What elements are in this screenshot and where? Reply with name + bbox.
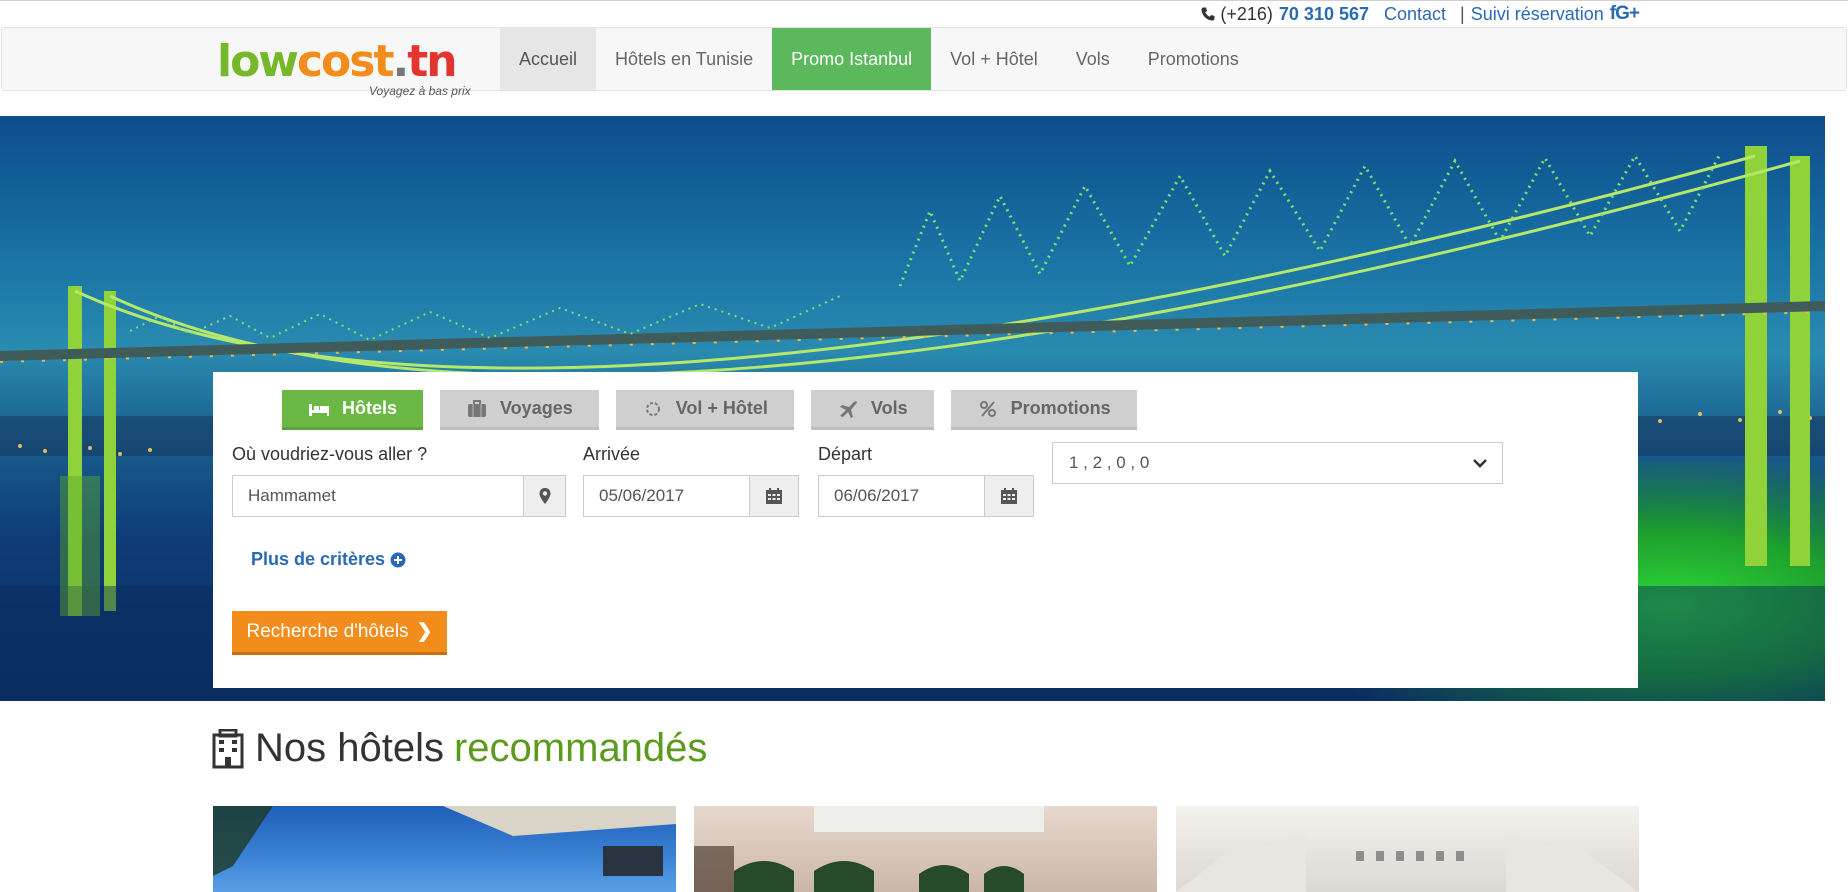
top-contact-bar: (+216) 70 310 567 Contact | Suivi réserv… bbox=[1200, 3, 1640, 25]
destination-label: Où voudriez-vous aller ? bbox=[232, 444, 428, 464]
booking-tracking-link[interactable]: Suivi réservation bbox=[1471, 4, 1604, 25]
tab-vol-hotel-label: Vol + Hôtel bbox=[675, 398, 768, 418]
departure-label: Départ bbox=[818, 444, 873, 464]
calendar-icon bbox=[1001, 488, 1017, 504]
arrival-calendar-button[interactable] bbox=[749, 476, 798, 516]
main-navbar: lowcost.tn Voyagez à bas prix Accueil Hô… bbox=[1, 27, 1847, 98]
tab-promotions-label: Promotions bbox=[1010, 398, 1111, 418]
map-marker-icon bbox=[539, 488, 550, 504]
hotel-building-icon bbox=[212, 728, 244, 768]
social-icons[interactable]: fG+ bbox=[1610, 3, 1640, 25]
tab-vols-label: Vols bbox=[870, 398, 908, 418]
destination-input[interactable]: Hammamet bbox=[233, 476, 523, 516]
chevron-right-icon: ❯ bbox=[416, 621, 433, 642]
nav-item-vol-hotel[interactable]: Vol + Hôtel bbox=[931, 28, 1057, 90]
logo-tagline: Voyagez à bas prix bbox=[369, 84, 471, 98]
recommended-title-main: Nos hôtels bbox=[255, 726, 444, 770]
chevron-down-icon bbox=[1473, 459, 1487, 468]
hotel-photo-1 bbox=[213, 806, 676, 876]
destination-field[interactable]: Hammamet bbox=[232, 475, 566, 517]
hotel-card-image-3[interactable] bbox=[1176, 806, 1639, 892]
recommended-section-title: Nos hôtels recommandés bbox=[211, 726, 707, 771]
arrival-date-input[interactable]: 05/06/2017 bbox=[584, 476, 749, 516]
hotel-search-panel: Hôtels Voyages Vol + Hôtel Vols Promotio… bbox=[213, 372, 1638, 688]
suitcase-icon bbox=[468, 399, 487, 417]
more-criteria-label: Plus de critères bbox=[251, 549, 386, 569]
hotel-card-image-2[interactable] bbox=[694, 806, 1157, 892]
separator: | bbox=[1460, 3, 1465, 24]
departure-calendar-button[interactable] bbox=[984, 476, 1033, 516]
nav-menu: Accueil Hôtels en Tunisie Promo Istanbul… bbox=[500, 28, 1258, 90]
search-hotels-label: Recherche d'hôtels bbox=[246, 620, 409, 642]
rooms-guests-value: 1 , 2 , 0 , 0 bbox=[1069, 453, 1150, 472]
nav-item-promo-istanbul[interactable]: Promo Istanbul bbox=[772, 28, 932, 90]
tab-promotions[interactable]: Promotions bbox=[950, 390, 1137, 430]
contact-link[interactable]: Contact bbox=[1384, 4, 1446, 25]
search-tabs: Hôtels Voyages Vol + Hôtel Vols Promotio… bbox=[282, 390, 1154, 430]
bed-icon bbox=[309, 403, 329, 416]
percent-icon bbox=[979, 400, 996, 417]
tab-voyages[interactable]: Voyages bbox=[440, 390, 599, 430]
hotel-card-image-1[interactable] bbox=[213, 806, 676, 892]
tab-hotels-label: Hôtels bbox=[342, 398, 398, 418]
tab-vols[interactable]: Vols bbox=[810, 390, 934, 430]
top-border bbox=[0, 0, 1848, 1]
nav-item-promotions[interactable]: Promotions bbox=[1129, 28, 1258, 90]
calendar-icon bbox=[766, 488, 782, 504]
phone-icon bbox=[1201, 7, 1215, 21]
arrival-field[interactable]: 05/06/2017 bbox=[583, 475, 799, 517]
tab-voyages-label: Voyages bbox=[500, 398, 573, 418]
nav-item-vols[interactable]: Vols bbox=[1057, 28, 1129, 90]
arrival-label: Arrivée bbox=[583, 444, 641, 464]
phone-prefix: (+216) bbox=[1220, 3, 1273, 24]
sun-icon bbox=[645, 401, 660, 416]
departure-date-input[interactable]: 06/06/2017 bbox=[819, 476, 984, 516]
rooms-guests-select[interactable]: 1 , 2 , 0 , 0 bbox=[1052, 442, 1503, 484]
nav-item-hotels-tunisie[interactable]: Hôtels en Tunisie bbox=[596, 28, 772, 90]
search-hotels-button[interactable]: Recherche d'hôtels ❯ bbox=[232, 611, 447, 655]
site-logo[interactable]: lowcost.tn Voyagez à bas prix bbox=[217, 36, 487, 102]
hotel-photo-3 bbox=[1176, 836, 1639, 892]
destination-locate-button[interactable] bbox=[523, 476, 565, 516]
tab-hotels[interactable]: Hôtels bbox=[282, 390, 424, 430]
more-criteria-link[interactable]: Plus de critères bbox=[251, 549, 406, 570]
nav-item-accueil[interactable]: Accueil bbox=[500, 28, 597, 90]
logo-wordmark: lowcost.tn bbox=[217, 36, 458, 87]
page: (+216) 70 310 567 Contact | Suivi réserv… bbox=[0, 0, 1848, 892]
phone-number[interactable]: 70 310 567 bbox=[1279, 4, 1369, 25]
plane-icon bbox=[839, 400, 857, 418]
departure-field[interactable]: 06/06/2017 bbox=[818, 475, 1034, 517]
plus-circle-icon bbox=[390, 552, 406, 567]
hotel-photo-2 bbox=[694, 806, 1044, 892]
recommended-title-accent: recommandés bbox=[453, 726, 708, 770]
tab-vol-hotel[interactable]: Vol + Hôtel bbox=[615, 390, 794, 430]
